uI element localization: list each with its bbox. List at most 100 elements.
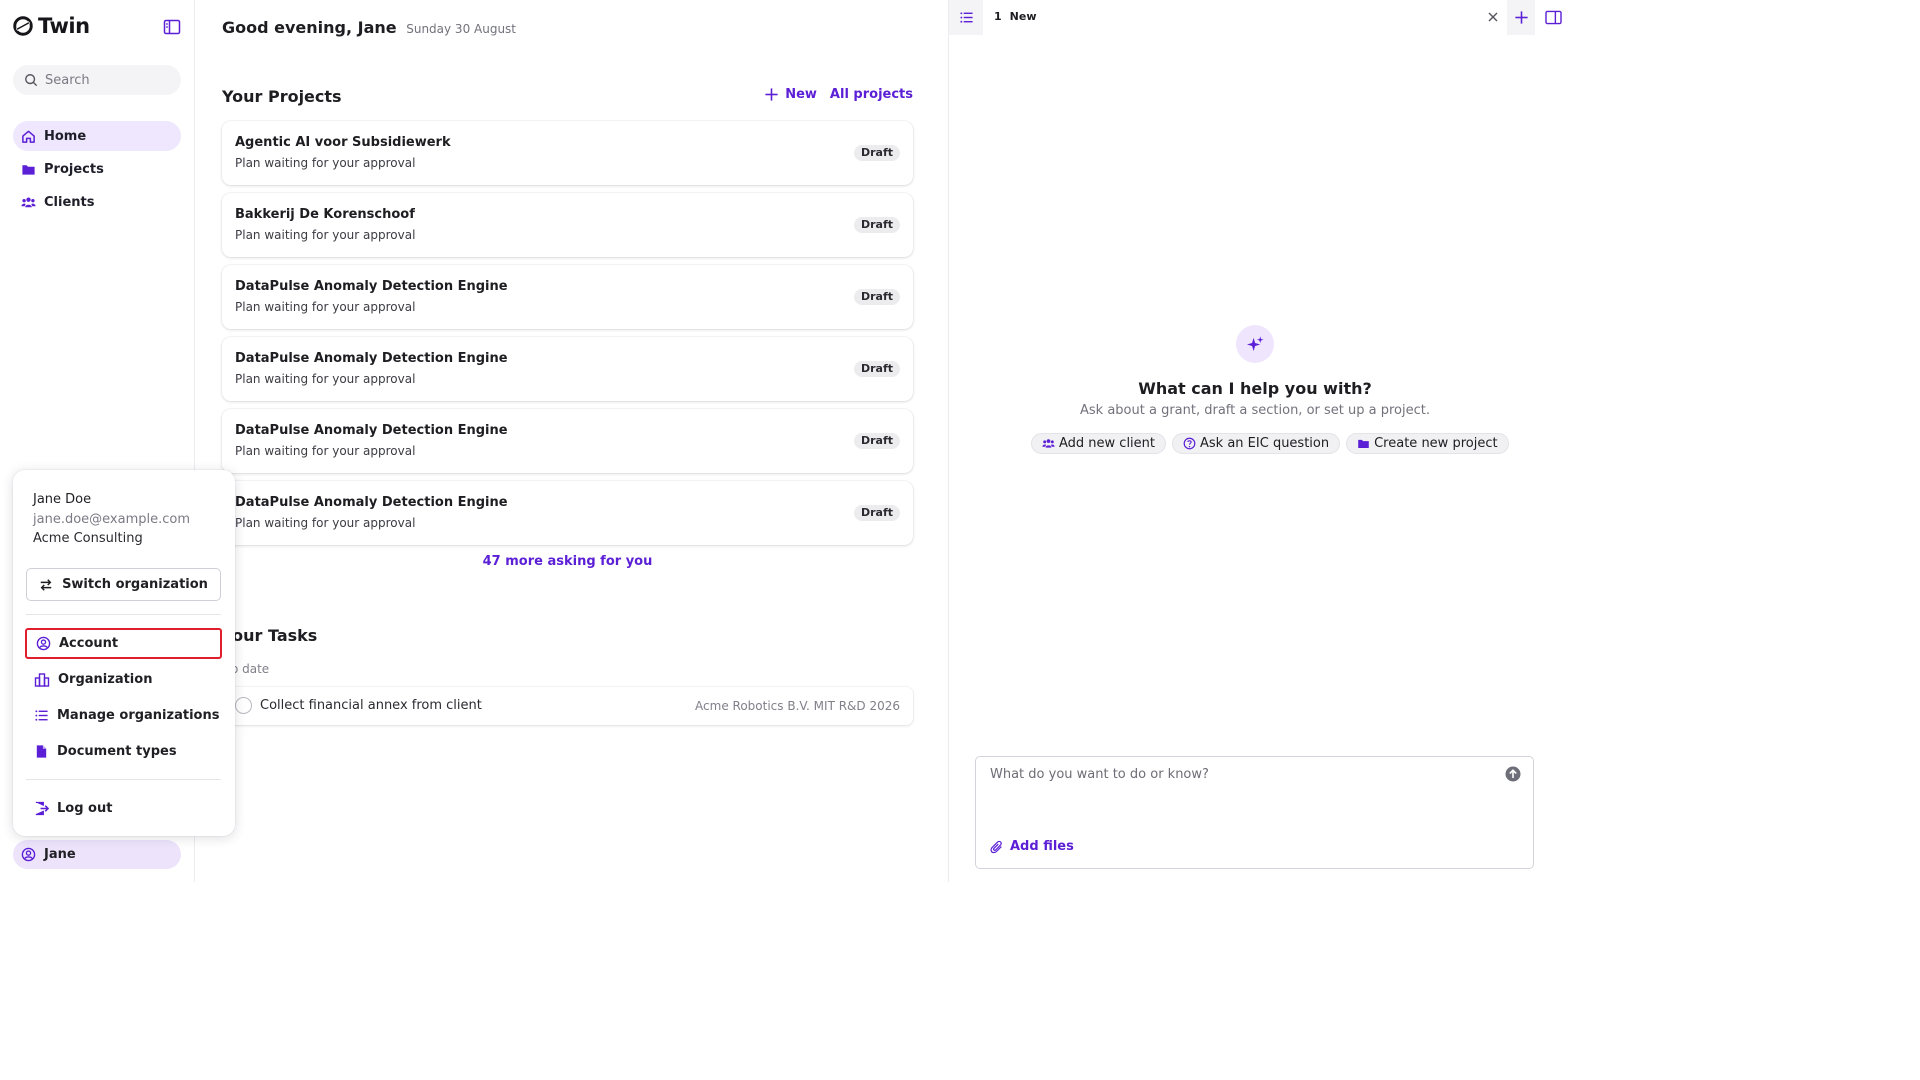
greeting-text: Good evening, Jane [222, 18, 397, 37]
account-menu: Jane Doe jane.doe@example.com Acme Consu… [13, 470, 235, 836]
app-name: Twin [38, 14, 90, 38]
nav-label: Projects [44, 161, 104, 177]
current-date: Sunday 30 August [406, 22, 517, 36]
new-tab-button[interactable] [1507, 0, 1535, 35]
project-subtitle: Plan waiting for your approval [235, 156, 416, 170]
search-input[interactable] [45, 72, 165, 88]
users-icon [1042, 439, 1055, 448]
project-card[interactable]: DataPulse Anomaly Detection Engine Plan … [222, 337, 913, 401]
more-projects-label[interactable]: 47 more asking for you [483, 554, 653, 569]
new-label: New [785, 87, 817, 102]
users-icon [21, 197, 36, 207]
tab-list-button[interactable] [949, 0, 983, 35]
task-label: Collect financial annex from client [260, 698, 482, 713]
chip-label: Create new project [1374, 436, 1498, 451]
nav-item-clients[interactable]: Clients [13, 187, 181, 217]
project-title: DataPulse Anomaly Detection Engine [235, 351, 508, 366]
tab-label: New [1009, 10, 1037, 23]
account-organization: Acme Consulting [33, 531, 143, 546]
projects-heading: Your Projects [222, 87, 342, 106]
folder-icon [1358, 439, 1369, 448]
app-logo[interactable]: Twin [12, 14, 90, 38]
assistant-title: What can I help you with? [1138, 379, 1372, 398]
plus-icon [1514, 11, 1528, 24]
add-files-button[interactable]: Add files [990, 839, 1074, 854]
chip-add-new-client[interactable]: Add new client [1031, 433, 1167, 454]
projects-actions: New All projects [764, 87, 913, 102]
sparkles-icon [1246, 335, 1264, 351]
folder-icon [22, 164, 35, 175]
assistant-empty-state: What can I help you with? Ask about a gr… [949, 325, 1561, 418]
tab-new[interactable]: 1 New [994, 10, 1037, 23]
project-subtitle: Plan waiting for your approval [235, 516, 416, 530]
chip-ask-eic-question[interactable]: Ask an EIC question [1172, 433, 1341, 454]
project-card[interactable]: DataPulse Anomaly Detection Engine Plan … [222, 265, 913, 329]
suggestion-chips: Add new client Ask an EIC question Creat… [1031, 433, 1509, 454]
document-icon [36, 745, 47, 758]
building-icon [34, 672, 50, 687]
menu-item-organization[interactable]: Organization [25, 664, 222, 695]
project-title: Bakkerij De Korenschoof [235, 207, 415, 222]
menu-item-manage-organizations[interactable]: Manage organizations [25, 700, 222, 731]
account-name: Jane Doe [33, 492, 92, 507]
task-meta: Acme Robotics B.V. MIT R&D 2026 [695, 699, 900, 713]
menu-item-label: Organization [58, 672, 153, 687]
project-card[interactable]: Bakkerij De Korenschoof Plan waiting for… [222, 193, 913, 257]
close-icon[interactable] [1485, 9, 1501, 25]
project-card[interactable]: DataPulse Anomaly Detection Engine Plan … [222, 409, 913, 473]
project-subtitle: Plan waiting for your approval [235, 444, 416, 458]
chat-input[interactable] [990, 767, 1490, 817]
add-files-label: Add files [1010, 839, 1074, 854]
task-row[interactable]: Collect financial annex from client Acme… [222, 687, 913, 725]
status-badge: Draft [853, 217, 900, 233]
task-checkbox[interactable] [235, 697, 252, 714]
user-circle-icon [21, 847, 36, 862]
project-title: DataPulse Anomaly Detection Engine [235, 423, 508, 438]
all-projects-link[interactable]: All projects [830, 87, 913, 102]
project-subtitle: Plan waiting for your approval [235, 300, 416, 314]
project-card[interactable]: DataPulse Anomaly Detection Engine Plan … [222, 481, 913, 545]
menu-item-document-types[interactable]: Document types [25, 736, 222, 767]
sidebar-right-icon [1544, 10, 1562, 25]
switch-organization-label: Switch organization [62, 577, 208, 592]
status-badge: Draft [853, 433, 900, 449]
greeting: Good evening, Jane Sunday 30 August [222, 18, 516, 37]
user-menu-button[interactable]: Jane [13, 840, 181, 869]
switch-organization-button[interactable]: Switch organization [26, 568, 221, 601]
project-title: DataPulse Anomaly Detection Engine [235, 279, 508, 294]
panel-layout-button[interactable] [1537, 0, 1569, 35]
chat-composer: Add files [975, 756, 1534, 869]
user-circle-icon [36, 636, 51, 651]
menu-item-log-out[interactable]: Log out [25, 793, 222, 824]
nav-item-home[interactable]: Home [13, 121, 181, 151]
nav-item-projects[interactable]: Projects [13, 154, 181, 184]
search-bar[interactable] [13, 65, 181, 95]
project-card[interactable]: Agentic AI voor Subsidiewerk Plan waitin… [222, 121, 913, 185]
more-projects-link: 47 more asking for you [222, 554, 913, 569]
send-icon[interactable] [1505, 766, 1521, 782]
status-badge: Draft [853, 145, 900, 161]
twin-logo-icon [13, 16, 33, 36]
new-project-button[interactable]: New [764, 87, 817, 102]
assistant-panel: 1 New What can I help you with? Ask abou… [948, 0, 1568, 882]
home-icon [22, 130, 35, 143]
menu-divider [26, 614, 221, 615]
tab-number: 1 [994, 10, 1002, 23]
question-circle-icon [1183, 437, 1196, 450]
tasks-heading: Your Tasks [222, 626, 318, 645]
menu-divider [26, 779, 221, 780]
menu-item-account[interactable]: Account [25, 628, 222, 659]
project-subtitle: Plan waiting for your approval [235, 372, 416, 386]
chip-create-new-project[interactable]: Create new project [1346, 433, 1509, 454]
list-icon [959, 12, 973, 23]
log-out-icon [35, 801, 49, 816]
status-badge: Draft [853, 361, 900, 377]
project-title: Agentic AI voor Subsidiewerk [235, 135, 451, 150]
sidebar-toggle-icon[interactable] [162, 17, 182, 37]
project-title: DataPulse Anomaly Detection Engine [235, 495, 508, 510]
menu-item-label: Account [59, 636, 119, 651]
menu-item-label: Document types [57, 744, 177, 759]
chip-label: Ask an EIC question [1200, 436, 1330, 451]
status-badge: Draft [853, 289, 900, 305]
chip-label: Add new client [1059, 436, 1156, 451]
